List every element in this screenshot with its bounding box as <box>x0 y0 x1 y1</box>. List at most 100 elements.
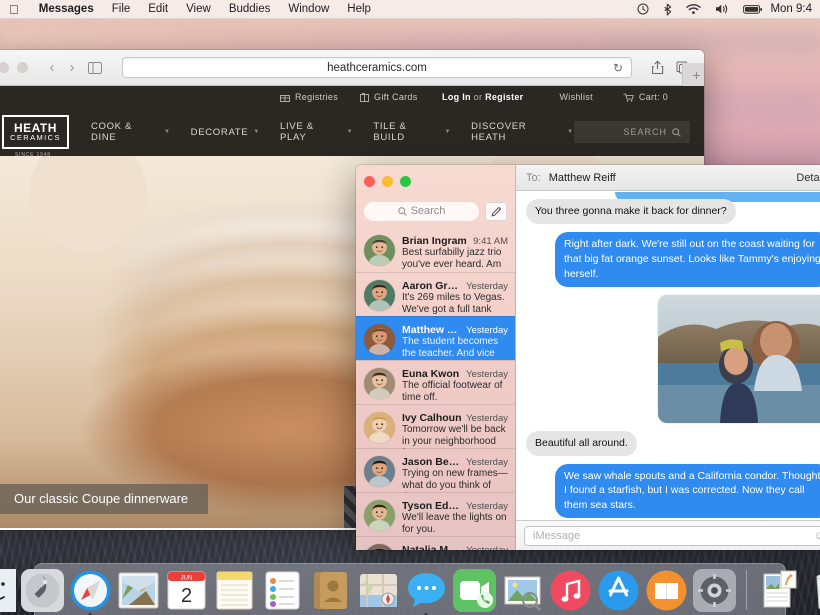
address-bar[interactable]: heathceramics.com ↻ <box>122 57 632 78</box>
minimize-button[interactable] <box>17 62 28 73</box>
register-link[interactable]: Register <box>485 92 523 102</box>
nav-item-decorate[interactable]: DECORATE ▼ <box>191 127 260 138</box>
conversation-row[interactable]: Ivy Calhoun Yesterday Tomorrow we'll be ba… <box>356 404 515 449</box>
search-input[interactable]: Search <box>364 201 479 221</box>
conversation-row[interactable]: Aaron Grave… YesterdayIt's 269 miles to V… <box>356 272 515 317</box>
back-chevron-icon[interactable]: ‹ <box>42 58 62 78</box>
dock-item-calendar[interactable]: JUN 2 <box>165 569 208 612</box>
to-label: To: <box>526 171 541 184</box>
conversation-row[interactable]: Brian Ingram 9:41 AM Best surfabilly jazz … <box>356 228 515 272</box>
messages-window-controls[interactable] <box>364 176 411 187</box>
conversation-top: Ivy Calhoun Yesterday <box>402 412 508 424</box>
dock-item-launchpad[interactable] <box>20 569 64 612</box>
wifi-icon[interactable] <box>679 3 708 15</box>
menu-item-help[interactable]: Help <box>338 3 380 15</box>
conversation-top: Matthew Reiff Yesterday <box>402 324 508 336</box>
imessage-input[interactable]: iMessage ☺ <box>524 525 820 546</box>
conversation-preview: Tomorrow we'll be back in your neighborh… <box>402 424 506 449</box>
photo-attachment[interactable] <box>658 294 820 423</box>
share-icon[interactable] <box>646 58 668 78</box>
bluetooth-icon[interactable] <box>656 3 679 16</box>
gift-cards-label: Gift Cards <box>374 92 418 102</box>
forward-chevron-icon[interactable]: › <box>62 58 82 78</box>
incoming-bubble[interactable]: You three gonna make it back for dinner? <box>526 199 736 224</box>
menu-item-buddies[interactable]: Buddies <box>220 3 280 15</box>
dock-item-safari[interactable] <box>69 569 112 615</box>
menu-item-messages[interactable]: Messages <box>30 3 103 15</box>
message-row: Beautiful all around. <box>526 430 820 456</box>
compose-icon[interactable] <box>485 201 507 221</box>
conversation-body: Tyson Edwar…YesterdayWe'll leave the lig… <box>402 500 508 535</box>
sidebar-icon[interactable] <box>82 58 108 78</box>
messages-titlebar <box>356 165 515 198</box>
conversation-preview: Best surfabilly jazz trio you've ever he… <box>402 247 502 272</box>
dock-item-finder[interactable] <box>0 569 16 612</box>
conversation-time: 9:41 AM <box>473 236 508 247</box>
volume-icon[interactable] <box>708 3 736 15</box>
conversation-row[interactable]: Euna Kwon Yesterday The official footwear … <box>356 360 515 404</box>
menu-bar-clock[interactable]: Mon 9:4 <box>770 3 820 15</box>
dock-item-trash[interactable] <box>805 569 820 612</box>
apple-menu-icon[interactable]:  <box>0 3 30 16</box>
smiley-icon[interactable]: ☺ <box>814 530 820 542</box>
dock-item-facetime[interactable] <box>452 569 496 612</box>
new-tab-button[interactable]: + <box>682 63 704 86</box>
zoom-button[interactable] <box>400 176 411 187</box>
conversation-top: Tyson Edwar…Yesterday <box>402 500 508 512</box>
gift-cards-link[interactable]: Gift Cards <box>360 92 418 102</box>
conversation-name: Euna Kwon <box>402 368 460 380</box>
conversation-row[interactable]: Matthew Reiff YesterdayThe student become… <box>356 316 515 361</box>
dock-item-notes[interactable] <box>213 569 256 612</box>
menu-item-view[interactable]: View <box>177 3 220 15</box>
dock-item-mail[interactable] <box>117 569 160 612</box>
conversation-row[interactable]: Natalia MaricYesterdayOh, I'm on 21st St… <box>356 536 515 550</box>
details-button[interactable]: Details <box>796 172 820 184</box>
heath-ceramics-logo[interactable]: HEATH CERAMICS <box>2 115 69 149</box>
site-search-input[interactable]: SEARCH <box>573 121 690 143</box>
nav-item-cook-and-dine[interactable]: COOK & DINE ▼ <box>91 121 171 143</box>
chevron-down-icon: ▼ <box>567 129 574 135</box>
dock-item-photos[interactable] <box>501 569 544 612</box>
dock-item-documents-stack[interactable] <box>757 569 800 612</box>
dock-item-reminders[interactable] <box>261 569 304 612</box>
time-machine-icon[interactable] <box>630 3 656 15</box>
close-button[interactable] <box>0 62 9 73</box>
nav-item-discover-heath[interactable]: DISCOVER HEATH ▼ <box>471 121 574 143</box>
dock-item-maps[interactable] <box>357 569 400 612</box>
imessage-placeholder: iMessage <box>533 529 581 542</box>
cart-link[interactable]: Cart: 0 <box>623 92 668 102</box>
site-nav-items: COOK & DINE ▼ DECORATE ▼ LIVE & PLAY ▼ T… <box>91 121 574 143</box>
menu-item-window[interactable]: Window <box>279 3 338 15</box>
conversation-list[interactable]: Brian Ingram 9:41 AM Best surfabilly jazz … <box>356 228 515 550</box>
dock-item-messages[interactable] <box>405 569 448 615</box>
dock-item-app-store[interactable] <box>597 569 640 612</box>
menu-item-edit[interactable]: Edit <box>139 3 177 15</box>
dock-item-system-preferences[interactable] <box>692 569 736 612</box>
reload-icon[interactable]: ↻ <box>613 61 623 75</box>
conversation-row[interactable]: Jason Bettin… YesterdayTrying on new fram… <box>356 448 515 493</box>
wishlist-link[interactable]: Wishlist <box>559 92 592 102</box>
safari-window-controls[interactable] <box>0 62 28 73</box>
menu-item-file[interactable]: File <box>103 3 140 15</box>
conversation-time: Yesterday <box>466 281 508 292</box>
login-link[interactable]: Log In <box>442 92 471 102</box>
outgoing-bubble[interactable]: Right after dark. We're still out on the… <box>555 231 820 287</box>
conversation-row[interactable]: Tyson Edwar…YesterdayWe'll leave the lig… <box>356 492 515 536</box>
dock-item-itunes[interactable] <box>549 569 592 612</box>
avatar <box>364 368 395 399</box>
dock-item-ibooks[interactable] <box>645 569 688 612</box>
site-search-label: SEARCH <box>623 127 667 137</box>
battery-icon[interactable] <box>736 4 770 15</box>
nav-item-live-and-play[interactable]: LIVE & PLAY ▼ <box>280 121 353 143</box>
minimize-button[interactable] <box>382 176 393 187</box>
outgoing-bubble[interactable]: We saw whale spouts and a California con… <box>555 463 820 519</box>
conversation-time: Yesterday <box>466 369 508 380</box>
conversation-name: Matthew Reiff <box>402 324 462 336</box>
registries-link[interactable]: Registries <box>280 92 338 102</box>
nav-item-tile-and-build[interactable]: TILE & BUILD ▼ <box>373 121 451 143</box>
messages-search-row: Search <box>356 198 515 228</box>
recipient-name[interactable]: Matthew Reiff <box>549 172 616 184</box>
incoming-bubble[interactable]: Beautiful all around. <box>526 430 637 456</box>
close-button[interactable] <box>364 176 375 187</box>
dock-item-contacts[interactable] <box>309 569 352 612</box>
